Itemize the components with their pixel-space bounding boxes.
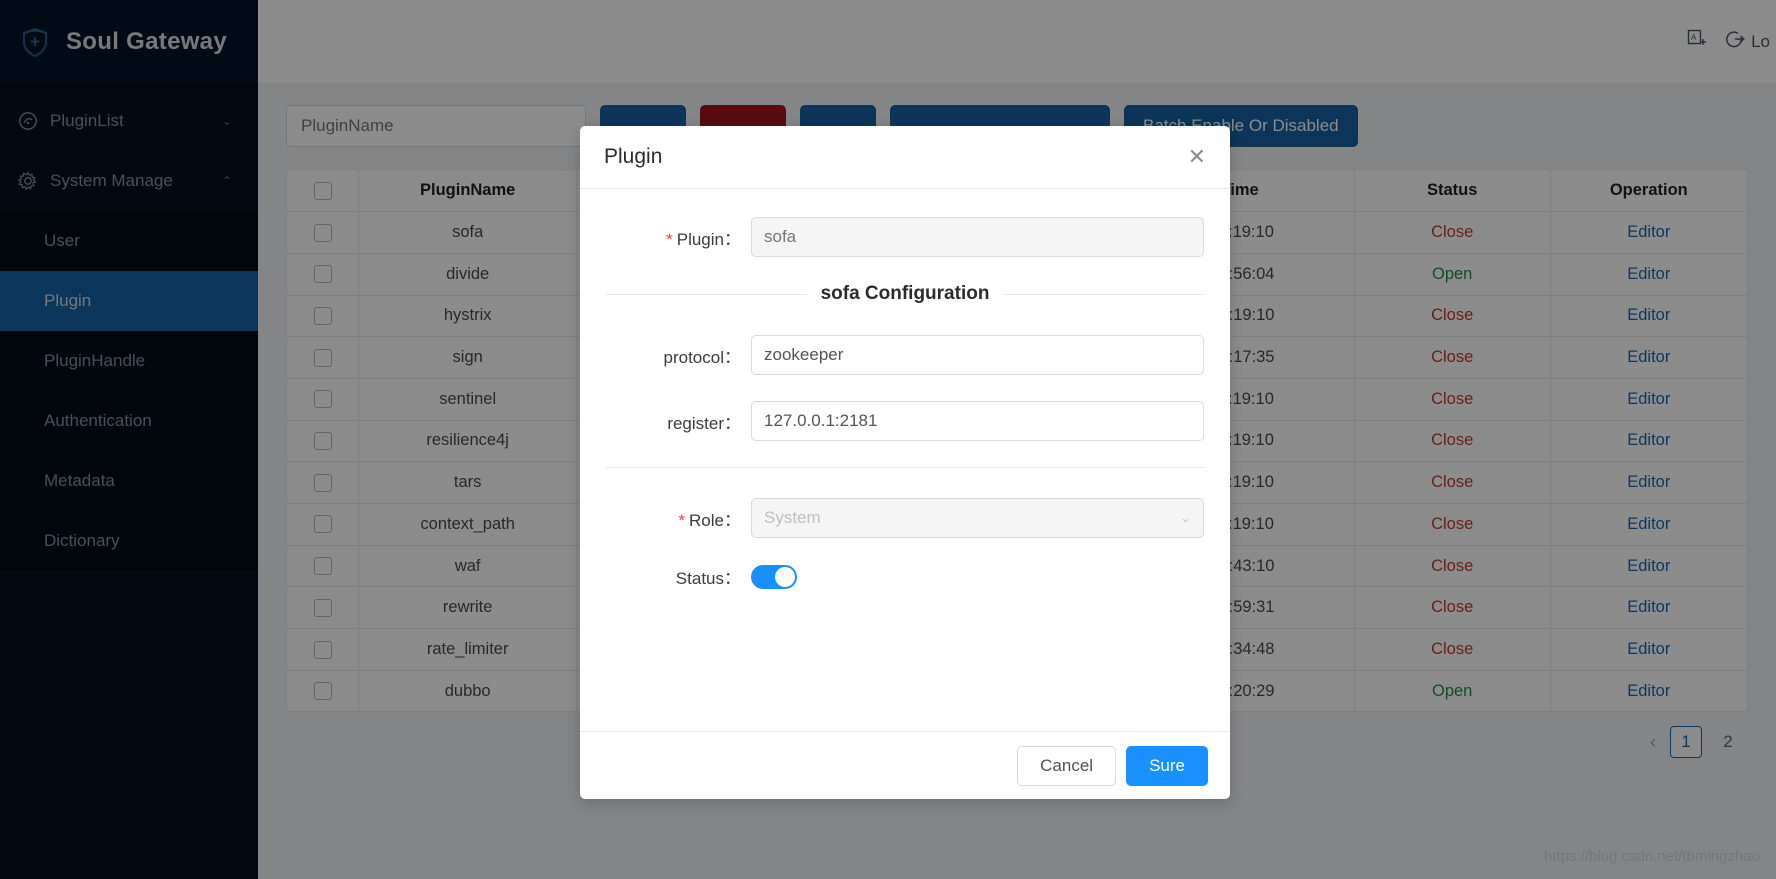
protocol-input[interactable]	[751, 335, 1204, 375]
plugin-field-label: * Plugin：	[666, 229, 741, 249]
form-row-status: Status：	[606, 564, 1204, 589]
sure-button[interactable]: Sure	[1126, 745, 1208, 786]
register-field-label: register：	[667, 413, 741, 433]
protocol-field-label: protocol：	[663, 347, 741, 367]
form-row-plugin: * Plugin：	[606, 217, 1204, 257]
modal-header: Plugin ✕	[580, 126, 1230, 189]
role-field-label: * Role：	[678, 510, 741, 530]
section-divider	[606, 467, 1204, 468]
modal-body: *Plugin： sofa Configuration protocol：	[580, 189, 1230, 731]
status-toggle[interactable]	[751, 564, 797, 589]
sure-button-label: Sure	[1149, 755, 1185, 775]
close-icon[interactable]: ✕	[1188, 146, 1206, 168]
required-marker: *	[666, 229, 673, 249]
form-row-register: register：	[606, 401, 1204, 441]
modal-footer: Cancel Sure	[580, 731, 1230, 799]
plugin-modal: Plugin ✕ *Plugin： sofa Configuration pro…	[580, 126, 1230, 799]
cancel-button[interactable]: Cancel	[1017, 745, 1117, 786]
config-section-title: sofa Configuration	[820, 283, 990, 304]
form-row-role: * Role： System ⌄	[606, 498, 1204, 538]
status-field-label: Status：	[675, 569, 741, 588]
required-marker: *	[678, 510, 686, 530]
plugin-name-input[interactable]	[751, 217, 1204, 257]
modal-title: Plugin	[604, 145, 663, 168]
register-input[interactable]	[751, 401, 1204, 441]
form-row-protocol: protocol：	[606, 335, 1204, 375]
chevron-down-icon: ⌄	[1180, 510, 1191, 525]
app-root: Soul Gateway PluginList ⌄ System Manage …	[0, 0, 1776, 879]
config-section-divider: sofa Configuration	[606, 283, 1204, 305]
role-select[interactable]: System ⌄	[751, 498, 1204, 538]
role-select-value: System	[764, 508, 821, 527]
cancel-button-label: Cancel	[1040, 755, 1094, 775]
